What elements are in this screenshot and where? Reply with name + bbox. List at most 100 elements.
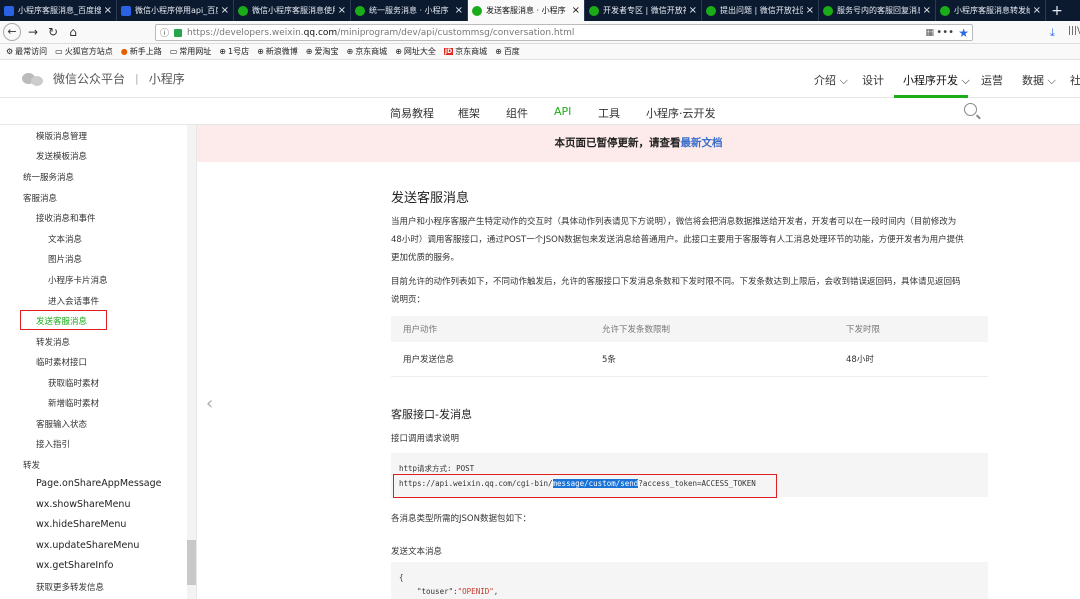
table-cell: 用户发送信息 [403, 355, 455, 365]
home-icon[interactable]: ⌂ [63, 25, 83, 39]
intro-line: 当用户和小程序客服产生特定动作的交互时（具体动作列表请见下方说明），微信将会把消… [391, 217, 957, 227]
bookmark-item[interactable]: ⚙ 最常访问 [6, 46, 47, 57]
browser-nav-bar: ← → ↻ ⌂ ⓘ https://developers.weixin.qq.c… [0, 21, 1080, 44]
browser-tab[interactable]: 小程序客服消息转发给个× [936, 0, 1046, 21]
bookmark-star-icon[interactable]: ★ [958, 26, 969, 40]
code-line: http请求方式: POST [399, 464, 475, 473]
download-icon[interactable]: ⤓ [1050, 26, 1055, 40]
back-icon[interactable]: ← [3, 23, 21, 41]
sidebar-item[interactable]: wx.getShareInfo [36, 560, 113, 571]
wechat-icon [238, 5, 248, 16]
bookmark-item[interactable]: ⊕ 爱淘宝 [306, 46, 339, 57]
topnav-operation[interactable]: 运营 [981, 72, 1003, 88]
close-tab-icon[interactable]: × [1033, 5, 1041, 16]
section-subtitle: 接口调用请求说明 [391, 434, 460, 444]
topnav-design[interactable]: 设计 [862, 72, 884, 88]
browser-tab[interactable]: 微信小程序客服消息使用 × [234, 0, 351, 21]
topnav-intro[interactable]: 介绍 ⌵ [814, 72, 848, 88]
tab-title: 提出问题 | 微信开放社区 [720, 6, 803, 15]
topnav-data[interactable]: 数据 ⌵ [1022, 72, 1056, 88]
sidebar-item[interactable]: 获取更多转发信息 [36, 581, 104, 593]
sidebar-item[interactable]: 模版消息管理 [36, 130, 87, 142]
bookmark-item[interactable]: ▭ 常用网址 [170, 46, 212, 57]
sidebar-item[interactable]: 发送模板消息 [36, 150, 87, 162]
bookmark-item[interactable]: JD 京东商城 [443, 46, 487, 57]
browser-tab[interactable]: 服务号内的客服回复消息 × [819, 0, 936, 21]
forward-icon[interactable]: → [23, 25, 43, 39]
chevron-left-icon[interactable]: ‹ [206, 393, 213, 414]
browser-tab[interactable]: 微信小程序停用api_百度 × [117, 0, 234, 21]
page-actions-icon[interactable]: ••• [936, 27, 954, 38]
bookmark-label: 常用网址 [179, 47, 212, 56]
subnav-cloud[interactable]: 小程序·云开发 [646, 105, 716, 121]
tab-title: 开发者专区 | 微信开放社 [603, 6, 686, 15]
sidebar-item[interactable]: 客服输入状态 [36, 418, 87, 430]
subnav-api[interactable]: API [554, 105, 571, 118]
browser-tab[interactable]: 提出问题 | 微信开放社区 × [702, 0, 819, 21]
sidebar-item[interactable]: 小程序卡片消息 [48, 274, 108, 286]
bookmark-item[interactable]: ⊕ 京东商城 [346, 46, 387, 57]
sidebar-item[interactable]: 新增临时素材 [48, 397, 99, 409]
bookmark-item[interactable]: ▭ 火狐官方站点 [55, 46, 113, 57]
search-icon[interactable] [964, 103, 977, 116]
sidebar-item[interactable]: 统一服务消息 [23, 171, 74, 183]
bookmark-item[interactable]: ● 新手上路 [121, 46, 162, 57]
actions-paragraph: 目前允许的动作列表如下，不同动作触发后，允许的客服接口下发消息条数和下发时限不同… [391, 273, 989, 309]
bookmark-item[interactable]: ⊕ 新浪微博 [257, 46, 298, 57]
sidebar-item[interactable]: 客服消息 [23, 192, 57, 204]
sidebar-item[interactable]: 图片消息 [48, 253, 82, 265]
subnav-framework[interactable]: 框架 [458, 105, 480, 121]
reload-icon[interactable]: ↻ [43, 25, 63, 39]
subnav-tutorial[interactable]: 简易教程 [390, 105, 434, 121]
json-key: "touser" [417, 587, 454, 596]
sidebar-item[interactable]: 转发消息 [36, 336, 70, 348]
bookmark-item[interactable]: ⊕ 百度 [495, 46, 520, 57]
new-tab-button[interactable]: + [1046, 0, 1068, 21]
qrcode-icon[interactable]: ▦ [925, 28, 934, 38]
close-tab-icon[interactable]: × [221, 5, 229, 16]
topnav-dev[interactable]: 小程序开发 ⌵ [903, 72, 970, 88]
sidebar-item[interactable]: 临时素材接口 [36, 356, 87, 368]
close-tab-icon[interactable]: × [338, 5, 346, 16]
browser-tab[interactable]: 开发者专区 | 微信开放社 × [585, 0, 702, 21]
browser-tab-active[interactable]: 发送客服消息 · 小程序 × [468, 0, 585, 21]
sidebar-item[interactable]: 转发 [23, 459, 40, 471]
latest-docs-link[interactable]: 最新文档 [681, 137, 723, 149]
close-tab-icon[interactable]: × [689, 5, 697, 16]
close-tab-icon[interactable]: × [806, 5, 814, 16]
code-block-json: { "touser":"OPENID", [391, 562, 988, 599]
subnav-components[interactable]: 组件 [506, 105, 528, 121]
brand-separator: | [135, 72, 139, 85]
sidebar-item[interactable]: Page.onShareAppMessage [36, 478, 161, 489]
sidebar-scrollbar[interactable] [187, 125, 196, 599]
sidebar-item[interactable]: 接入指引 [36, 438, 70, 450]
sidebar-item[interactable]: wx.updateShareMenu [36, 540, 139, 551]
browser-tab[interactable]: 小程序客服消息_百度搜 × [0, 0, 117, 21]
sidebar-item[interactable]: 接收消息和事件 [36, 212, 96, 224]
sidebar-item[interactable]: wx.hideShareMenu [36, 519, 126, 530]
code-line: { [399, 573, 404, 582]
tab-title: 服务号内的客服回复消息 [837, 6, 920, 15]
subnav-tools[interactable]: 工具 [598, 105, 620, 121]
info-icon[interactable]: ⓘ [160, 26, 172, 39]
close-tab-icon[interactable]: × [455, 5, 463, 16]
browser-tab[interactable]: 统一服务消息 · 小程序 × [351, 0, 468, 21]
actions-line: 目前允许的动作列表如下，不同动作触发后，允许的客服接口下发消息条数和下发时限不同… [391, 277, 961, 287]
close-tab-icon[interactable]: × [572, 5, 580, 16]
library-icon[interactable]: |||\ [1068, 26, 1080, 36]
topnav-community[interactable]: 社 [1070, 72, 1080, 88]
close-tab-icon[interactable]: × [104, 5, 112, 16]
sidebar-item[interactable]: 进入会话事件 [48, 295, 99, 307]
sidebar-item[interactable]: wx.showShareMenu [36, 499, 130, 510]
baidu-icon [4, 5, 14, 16]
tab-title: 微信小程序客服消息使用 [252, 6, 335, 15]
sidebar-scroll-thumb[interactable] [187, 540, 196, 585]
url-prefix: https://developers.weixin. [187, 27, 304, 38]
close-tab-icon[interactable]: × [923, 5, 931, 16]
bookmark-item[interactable]: ⊕ 网址大全 [395, 46, 436, 57]
bookmark-item[interactable]: ⊕ 1号店 [219, 46, 249, 57]
url-bar[interactable]: ⓘ https://developers.weixin.qq.com/minip… [155, 24, 973, 41]
sidebar-item[interactable]: 文本消息 [48, 233, 82, 245]
brand[interactable]: 微信公众平台 | 小程序 [22, 70, 185, 87]
sidebar-item[interactable]: 获取临时素材 [48, 377, 99, 389]
